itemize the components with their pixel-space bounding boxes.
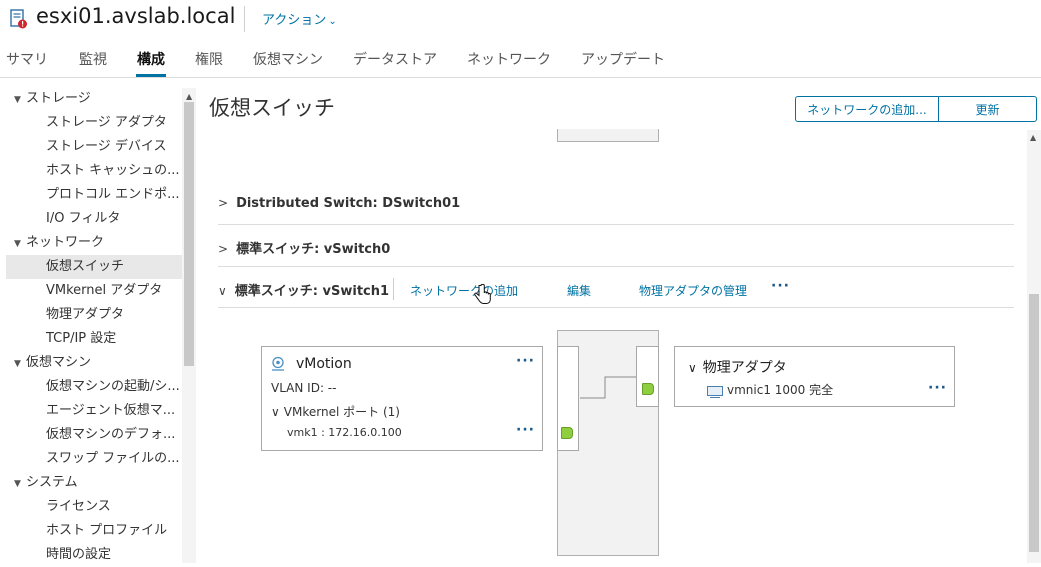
tab-configure[interactable]: 構成 [137, 49, 165, 77]
row-vswitch0[interactable]: > 標準スイッチ: vSwitch0 [218, 238, 390, 257]
actions-label: アクション [262, 13, 327, 28]
nic-icon [707, 383, 723, 402]
tabs-divider [0, 77, 1041, 78]
host-alert-icon [10, 9, 27, 29]
vswitch1-edit-link[interactable]: 編集 [567, 282, 591, 299]
refresh-button[interactable]: 更新 [938, 96, 1037, 122]
portgroup-icon [271, 356, 287, 376]
main-scroll-thumb[interactable] [1029, 294, 1039, 552]
vmk1-address: vmk1 : 172.16.0.100 [287, 426, 402, 439]
sidebar-item-agent-vm[interactable]: エージェント仮想マ... [46, 399, 175, 423]
vmk1-more-icon[interactable]: ··· [516, 422, 535, 438]
header-divider [244, 6, 245, 32]
hand-cursor-icon [474, 283, 492, 310]
sidebar-group-vms[interactable]: ▼ 仮想マシン [14, 351, 180, 375]
row-divider [218, 224, 1014, 225]
tab-networks[interactable]: ネットワーク [467, 49, 551, 77]
previous-switch-diagram [557, 129, 659, 142]
scroll-up-icon[interactable]: ▲ [1030, 133, 1036, 142]
vswitch1-more-icon[interactable]: ··· [771, 278, 790, 294]
sidebar-item-protocol-endpoints[interactable]: プロトコル エンドポ... [46, 183, 180, 207]
chevron-down-icon: ∨ [218, 284, 227, 298]
sidebar-item-tcpip[interactable]: TCP/IP 設定 [46, 327, 116, 351]
vmkernel-ports-toggle[interactable]: ∨ VMkernel ポート (1) [271, 403, 400, 420]
physical-adapters-toggle[interactable]: ∨ 物理アダプタ [688, 357, 787, 377]
sidebar-group-system[interactable]: ▼ システム [14, 471, 180, 495]
sidebar-item-vm-startup[interactable]: 仮想マシンの起動/シ... [46, 375, 180, 399]
chevron-right-icon: > [218, 196, 229, 210]
vswitch1-manage-physical-link[interactable]: 物理アダプタの管理 [639, 282, 747, 299]
sidebar-scroll-thumb[interactable] [184, 102, 194, 366]
sidebar-item-host-profile[interactable]: ホスト プロファイル [46, 519, 167, 543]
tab-summary[interactable]: サマリ [6, 49, 48, 77]
tab-monitor[interactable]: 監視 [79, 49, 107, 77]
scroll-up-icon[interactable]: ▲ [186, 92, 192, 101]
vswitch1-add-network-link[interactable]: ネットワークの追加 [410, 282, 518, 299]
sidebar-item-physical-adapters[interactable]: 物理アダプタ [46, 303, 124, 327]
sidebar-item-vm-defaults[interactable]: 仮想マシンのデフォ... [46, 423, 175, 447]
sidebar-item-io-filters[interactable]: I/O フィルタ [46, 207, 120, 231]
uplink-connector-icon [642, 383, 654, 395]
chevron-down-icon: ∨ [688, 361, 697, 375]
switch-connector-line [580, 376, 640, 406]
sidebar-item-storage-devices[interactable]: ストレージ デバイス [46, 135, 166, 159]
vmnic1-label: vmnic1 1000 完全 [727, 383, 834, 397]
row-divider [218, 266, 1014, 267]
sidebar-item-host-cache[interactable]: ホスト キャッシュの... [46, 159, 180, 183]
tab-datastores[interactable]: データストア [353, 49, 437, 77]
chevron-right-icon: > [218, 242, 229, 256]
caret-down-icon: ▼ [14, 239, 21, 249]
sidebar-tree: ▼ ストレージ ストレージ アダプタ ストレージ デバイス ホスト キャッシュの.… [0, 85, 196, 563]
row-action-separator [393, 278, 394, 300]
caret-down-icon: ▼ [14, 95, 21, 105]
tab-permissions[interactable]: 権限 [195, 49, 223, 77]
sidebar-item-licensing[interactable]: ライセンス [46, 495, 111, 519]
row-dswitch01[interactable]: > Distributed Switch: DSwitch01 [218, 196, 460, 211]
portgroup-vlan: VLAN ID: -- [271, 381, 337, 395]
sidebar-item-virtual-switches[interactable]: 仮想スイッチ [6, 255, 182, 279]
row-divider [218, 307, 1014, 308]
sidebar-item-time-config[interactable]: 時間の設定 [46, 543, 111, 567]
caret-down-icon: ▼ [14, 479, 21, 489]
chevron-down-icon: ∨ [271, 405, 280, 419]
add-network-button[interactable]: ネットワークの追加... [795, 96, 939, 122]
page-title: esxi01.avslab.local [36, 4, 236, 28]
tab-vms[interactable]: 仮想マシン [253, 49, 323, 77]
sidebar-item-swap-file[interactable]: スワップ ファイルの... [46, 447, 180, 471]
port-connector-icon [561, 427, 573, 439]
caret-down-icon: ▼ [14, 359, 21, 369]
row-vswitch1[interactable]: ∨ 標準スイッチ: vSwitch1 [218, 280, 389, 299]
sidebar-item-storage-adapters[interactable]: ストレージ アダプタ [46, 111, 167, 135]
uplink-port-slot [636, 346, 659, 407]
chevron-down-icon: ⌄ [328, 16, 337, 27]
sidebar-item-vmkernel-adapters[interactable]: VMkernel アダプタ [46, 279, 162, 303]
sidebar-group-networking[interactable]: ▼ ネットワーク [14, 231, 180, 255]
tab-updates[interactable]: アップデート [581, 49, 665, 77]
portgroup-name: vMotion [296, 356, 352, 372]
section-title: 仮想スイッチ [209, 96, 335, 120]
portgroup-more-icon[interactable]: ··· [516, 353, 535, 369]
actions-menu[interactable]: アクション ⌄ [262, 9, 337, 28]
sidebar-group-storage[interactable]: ▼ ストレージ [14, 87, 180, 111]
vmnic1-more-icon[interactable]: ··· [928, 380, 947, 396]
